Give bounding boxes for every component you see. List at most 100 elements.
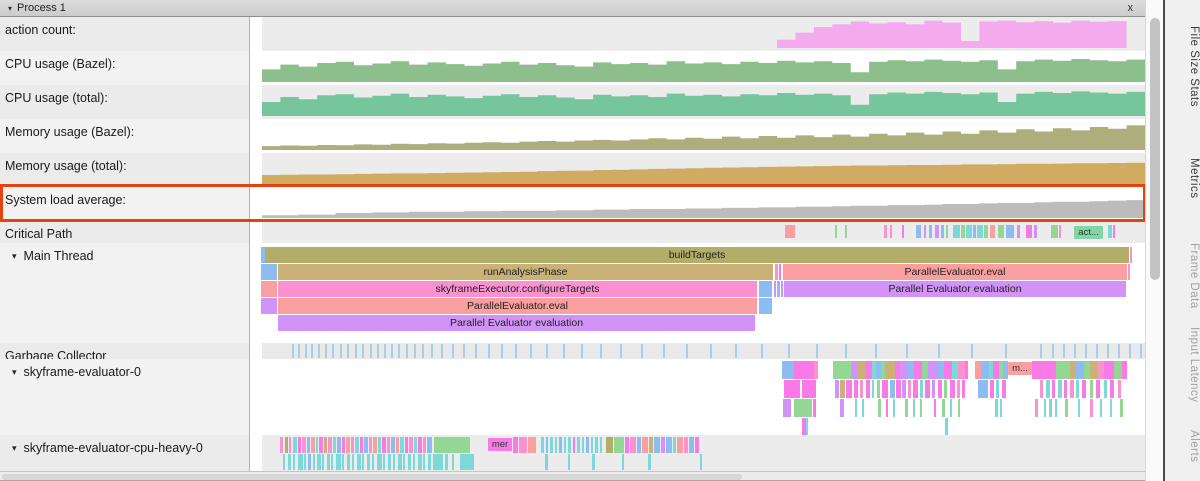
expand-arrow-icon[interactable]: ▾ (12, 367, 17, 378)
thread-track[interactable]: mer (250, 435, 1145, 471)
thread-track[interactable]: m... (250, 359, 1145, 435)
trace-sliver[interactable] (1076, 380, 1079, 398)
trace-sliver[interactable] (896, 380, 901, 398)
thread-label-main-thread[interactable]: ▾Main Thread (0, 243, 250, 343)
trace-sliver[interactable] (913, 399, 915, 417)
trace-sliver[interactable] (654, 437, 660, 453)
trace-sliver[interactable] (648, 454, 651, 470)
trace-sliver[interactable] (885, 361, 895, 379)
trace-sliver[interactable] (1034, 225, 1037, 238)
trace-sliver[interactable] (1096, 380, 1100, 398)
event-tick[interactable] (292, 344, 294, 358)
trace-sliver[interactable] (785, 225, 795, 238)
trace-sliver[interactable] (945, 418, 948, 435)
event-tick[interactable] (475, 344, 477, 358)
trace-sliver[interactable] (759, 281, 772, 297)
trace-sliver[interactable] (391, 437, 395, 453)
event-tick[interactable] (422, 344, 424, 358)
trace-sliver[interactable] (865, 361, 872, 379)
trace-sliver[interactable] (327, 454, 330, 470)
event-tick[interactable] (318, 344, 320, 358)
trace-sliver[interactable] (759, 298, 772, 314)
trace-sliver[interactable] (367, 454, 370, 470)
trace-sliver[interactable] (1076, 361, 1084, 379)
trace-sliver[interactable] (781, 281, 783, 297)
trace-sliver[interactable] (586, 437, 589, 453)
counter-chart[interactable] (250, 51, 1145, 85)
tab-frame-data[interactable]: Frame Data (1165, 243, 1200, 309)
event-tick[interactable] (325, 344, 327, 358)
trace-sliver[interactable] (1090, 399, 1093, 417)
trace-sliver[interactable] (973, 225, 976, 238)
trace-sliver[interactable] (684, 437, 688, 453)
trace-sliver[interactable] (413, 454, 415, 470)
trace-sliver[interactable] (920, 399, 922, 417)
tab-metrics[interactable]: Metrics (1165, 158, 1200, 199)
trace-sliver[interactable] (1026, 225, 1032, 238)
trace-sliver[interactable] (364, 437, 368, 453)
trace-sliver[interactable] (355, 437, 359, 453)
trace-sliver[interactable] (513, 437, 518, 453)
trace-sliver[interactable] (962, 380, 965, 398)
trace-sliver[interactable] (308, 454, 311, 470)
collapse-arrow-icon[interactable]: ▾ (8, 4, 12, 13)
event-tick[interactable] (515, 344, 517, 358)
event-tick[interactable] (1063, 344, 1065, 358)
trace-sliver[interactable] (331, 454, 333, 470)
trace-sliver[interactable] (855, 399, 857, 417)
trace-sliver[interactable] (661, 437, 665, 453)
trace-sliver[interactable] (700, 454, 702, 470)
trace-sliver[interactable] (845, 225, 847, 238)
trace-sliver[interactable] (953, 225, 960, 238)
event-tick[interactable] (1107, 344, 1109, 358)
trace-sliver[interactable] (990, 225, 995, 238)
trace-sliver[interactable] (929, 225, 932, 238)
event-tick[interactable] (501, 344, 503, 358)
event-tick[interactable] (546, 344, 548, 358)
trace-slice[interactable]: ParallelEvaluator.eval (783, 264, 1127, 280)
trace-sliver[interactable] (835, 225, 837, 238)
trace-sliver[interactable] (877, 380, 880, 398)
trace-sliver[interactable] (293, 454, 295, 470)
trace-sliver[interactable] (914, 361, 922, 379)
trace-sliver[interactable] (564, 437, 566, 453)
event-tick[interactable] (1096, 344, 1098, 358)
trace-sliver[interactable] (965, 361, 968, 379)
trace-sliver[interactable] (591, 437, 593, 453)
trace-sliver[interactable] (298, 437, 301, 453)
trace-sliver[interactable] (357, 454, 361, 470)
trace-sliver[interactable] (1059, 225, 1061, 238)
tab-alerts[interactable]: Alerts (1165, 430, 1200, 462)
trace-sliver[interactable] (866, 380, 870, 398)
trace-sliver[interactable] (1064, 380, 1067, 398)
trace-sliver[interactable] (630, 437, 636, 453)
trace-sliver[interactable] (333, 437, 336, 453)
trace-sliver[interactable] (890, 380, 895, 398)
trace-sliver[interactable] (352, 454, 354, 470)
trace-sliver[interactable] (833, 361, 851, 379)
trace-sliver[interactable] (1090, 361, 1098, 379)
trace-sliver[interactable] (342, 437, 345, 453)
trace-sliver[interactable] (1017, 225, 1020, 238)
event-tick[interactable] (816, 344, 818, 358)
trace-sliver[interactable] (924, 225, 926, 238)
event-tick[interactable] (311, 344, 313, 358)
trace-sliver[interactable] (592, 454, 595, 470)
thread-label-skyframe-evaluator-cpu-heavy-0[interactable]: ▾skyframe-evaluator-cpu-heavy-0 (0, 435, 250, 471)
trace-sliver[interactable] (1058, 380, 1062, 398)
trace-sliver[interactable] (935, 225, 939, 238)
trace-sliver[interactable] (775, 264, 778, 280)
event-tick[interactable] (463, 344, 465, 358)
trace-sliver[interactable] (637, 437, 641, 453)
trace-sliver[interactable] (984, 225, 988, 238)
event-tick[interactable] (384, 344, 386, 358)
thread-track[interactable] (250, 343, 1145, 359)
vertical-scrollbar[interactable] (1145, 0, 1163, 481)
trace-sliver[interactable] (854, 380, 858, 398)
event-tick[interactable] (563, 344, 565, 358)
trace-sliver[interactable] (957, 380, 960, 398)
trace-sliver[interactable] (950, 380, 955, 398)
trace-sliver[interactable] (893, 399, 895, 417)
trace-sliver[interactable] (396, 437, 399, 453)
trace-sliver[interactable] (777, 281, 780, 297)
